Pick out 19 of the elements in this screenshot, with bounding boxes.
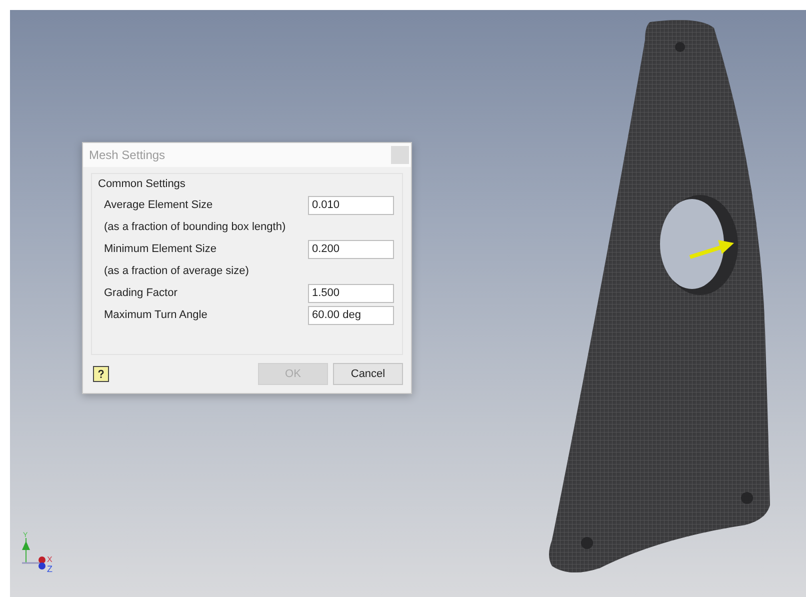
x-axis-label: X (47, 555, 52, 564)
input-field[interactable]: 0.200 (308, 240, 394, 258)
hint-text: (as a fraction of average size) (104, 265, 249, 277)
dialog-title: Mesh Settings (89, 148, 166, 162)
input-field[interactable]: 0.010 (308, 196, 394, 214)
group-title: Common Settings (98, 177, 186, 192)
field-label: Average Element Size (104, 199, 213, 211)
input-field[interactable]: 1.500 (308, 284, 394, 302)
hint-text: (as a fraction of bounding box length) (104, 221, 286, 233)
field-label: Grading Factor (104, 287, 178, 299)
help-icon (96, 369, 106, 379)
cancel-button[interactable]: Cancel (333, 363, 403, 385)
axis-triad-icon (22, 538, 46, 570)
help-button[interactable] (93, 366, 109, 382)
input-field[interactable]: 60.00 deg (308, 306, 394, 324)
z-axis-label: Z (47, 564, 52, 574)
field-label: Minimum Element Size (104, 243, 216, 255)
load-arrow-icon (689, 240, 734, 259)
field-label: Maximum Turn Angle (104, 309, 208, 321)
